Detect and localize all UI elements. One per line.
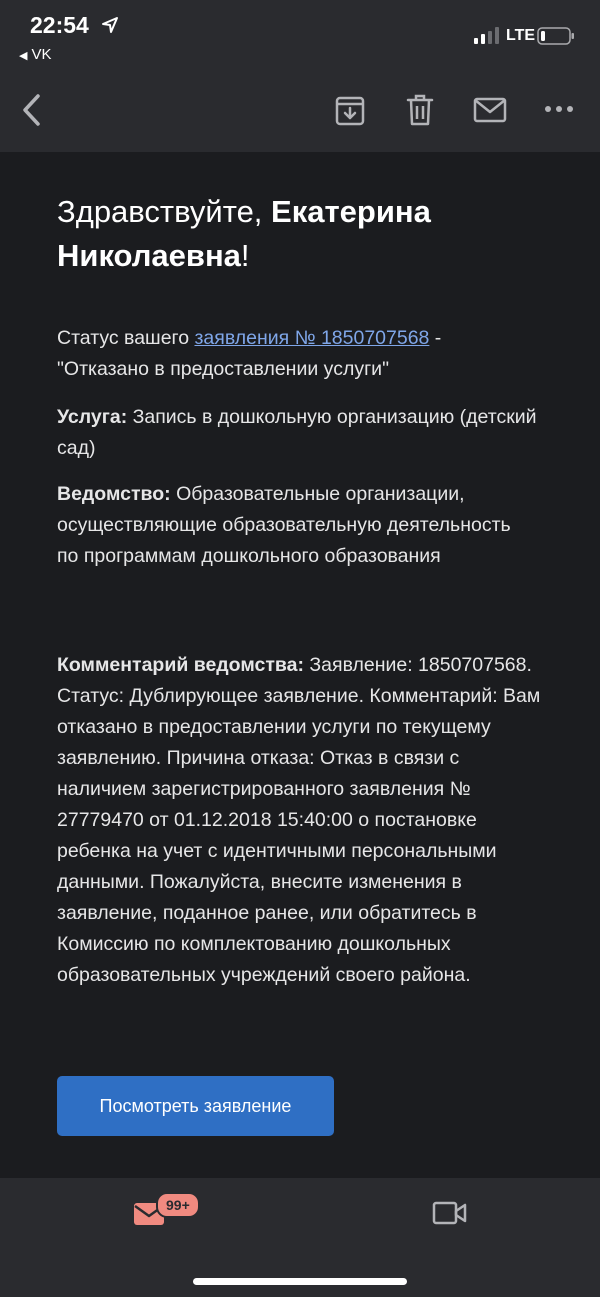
status-time: 22:54	[30, 12, 89, 38]
application-status: Статус вашего заявления № 1850707568 - "…	[57, 323, 537, 385]
archive-icon[interactable]	[333, 92, 367, 128]
home-indicator[interactable]	[193, 1278, 407, 1285]
service-value: Запись в дошкольную организацию (детский…	[57, 406, 537, 459]
department-label: Ведомство:	[57, 483, 171, 505]
service-label: Услуга:	[57, 406, 128, 428]
department-info: Ведомство: Образовательные организации, …	[57, 479, 537, 572]
back-to-app-link[interactable]: ◀ VK	[19, 46, 51, 63]
more-icon[interactable]	[543, 100, 575, 118]
greeting-suffix: !	[240, 238, 250, 273]
greeting-prefix: Здравствуйте,	[57, 194, 272, 229]
view-application-button[interactable]: Посмотреть заявление	[57, 1076, 334, 1136]
network-type: LTE	[506, 27, 536, 44]
service-info: Услуга: Запись в дошкольную организацию …	[57, 402, 537, 464]
status-bar: 22:54 ◀ VK LTE	[0, 0, 600, 70]
email-body: Здравствуйте, Екатерина Николаевна! Стат…	[57, 190, 557, 986]
back-icon[interactable]	[18, 92, 46, 128]
trash-icon[interactable]	[403, 92, 437, 128]
video-call-icon[interactable]	[432, 1199, 468, 1227]
back-app-label: VK	[31, 46, 52, 63]
department-comment: Комментарий ведомства: Заявление: 185070…	[57, 650, 547, 991]
email-greeting: Здравствуйте, Екатерина Николаевна!	[57, 190, 557, 278]
mail-icon[interactable]	[472, 94, 508, 126]
location-arrow-icon	[102, 17, 118, 33]
back-triangle-icon: ◀	[19, 50, 28, 62]
application-link[interactable]: заявления № 1850707568	[194, 327, 429, 349]
signal-icon	[474, 27, 499, 44]
app-header: 22:54 ◀ VK LTE	[0, 0, 600, 152]
unread-badge: 99+	[156, 1192, 200, 1218]
status-prefix: Статус вашего	[57, 327, 195, 349]
comment-value: Заявление: 1850707568. Статус: Дублирующ…	[57, 654, 541, 986]
battery-icon	[537, 27, 574, 45]
comment-label: Комментарий ведомства:	[57, 654, 304, 676]
